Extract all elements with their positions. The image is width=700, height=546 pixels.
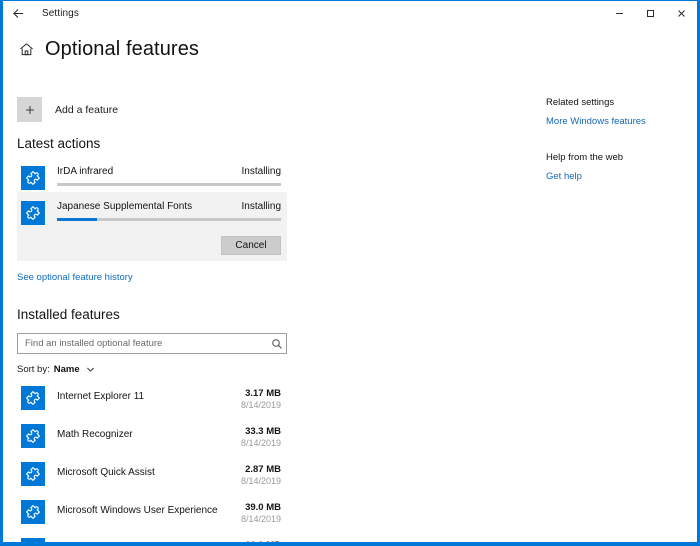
puzzle-piece-icon — [21, 462, 45, 486]
page-content: Optional features Add a feature Latest a… — [3, 27, 697, 543]
puzzle-piece-icon — [21, 424, 45, 448]
feature-date: 8/14/2019 — [241, 400, 281, 410]
latest-actions-heading: Latest actions — [17, 136, 287, 151]
add-feature-label: Add a feature — [55, 104, 118, 116]
feature-row[interactable]: OpenSSH Client10.0 MB8/14/2019 — [17, 535, 287, 546]
installed-features-heading: Installed features — [17, 307, 287, 322]
feature-name: Microsoft Quick Assist — [57, 462, 241, 478]
feature-date: 8/14/2019 — [241, 476, 281, 486]
more-windows-features-link[interactable]: More Windows features — [546, 116, 646, 127]
related-settings-panel: Related settings More Windows features H… — [546, 97, 691, 184]
window-controls — [604, 1, 697, 26]
feature-row[interactable]: Internet Explorer 113.17 MB8/14/2019 — [17, 383, 287, 421]
search-input[interactable] — [18, 337, 268, 350]
puzzle-piece-icon — [21, 386, 45, 410]
minimize-icon[interactable] — [604, 1, 635, 26]
page-header: Optional features — [3, 27, 697, 61]
related-settings-heading: Related settings — [546, 97, 691, 108]
sort-value: Name — [54, 364, 80, 375]
action-name: Japanese Supplemental Fonts — [57, 201, 192, 212]
progress-bar — [57, 183, 281, 186]
page-title: Optional features — [45, 38, 199, 61]
add-feature-button[interactable]: Add a feature — [17, 97, 287, 122]
action-status: Installing — [242, 201, 281, 212]
help-from-web-heading: Help from the web — [546, 152, 691, 163]
search-icon[interactable] — [268, 338, 286, 350]
feature-size: 39.0 MB — [241, 502, 281, 513]
feature-name: OpenSSH Client — [57, 538, 241, 546]
feature-meta: 33.3 MB8/14/2019 — [241, 424, 287, 448]
feature-row[interactable]: Math Recognizer33.3 MB8/14/2019 — [17, 421, 287, 459]
feature-date: 8/14/2019 — [241, 514, 281, 524]
feature-meta: 2.87 MB8/14/2019 — [241, 462, 287, 486]
feature-size: 10.0 MB — [241, 540, 281, 546]
action-card-irda[interactable]: IrDA infrared Installing — [17, 157, 287, 192]
feature-size: 3.17 MB — [241, 388, 281, 399]
main-column: Add a feature Latest actions IrDA infrar… — [17, 87, 287, 546]
search-box[interactable] — [17, 333, 287, 354]
settings-window: Settings Optional features — [0, 0, 700, 546]
feature-size: 33.3 MB — [241, 426, 281, 437]
feature-row[interactable]: Microsoft Quick Assist2.87 MB8/14/2019 — [17, 459, 287, 497]
feature-history-link[interactable]: See optional feature history — [17, 272, 133, 283]
feature-name: Math Recognizer — [57, 424, 241, 440]
action-name: IrDA infrared — [57, 166, 113, 177]
feature-date: 8/14/2019 — [241, 438, 281, 448]
cancel-button[interactable]: Cancel — [221, 236, 281, 255]
feature-row[interactable]: Microsoft Windows User Experience39.0 MB… — [17, 497, 287, 535]
feature-meta: 10.0 MB8/14/2019 — [241, 538, 287, 546]
feature-meta: 39.0 MB8/14/2019 — [241, 500, 287, 524]
sort-label: Sort by: — [17, 364, 50, 375]
feature-meta: 3.17 MB8/14/2019 — [241, 386, 287, 410]
action-card-japanese-fonts[interactable]: Japanese Supplemental Fonts Installing C… — [17, 192, 287, 261]
sort-control[interactable]: Sort by: Name — [17, 364, 287, 375]
spacer — [546, 129, 691, 152]
feature-size: 2.87 MB — [241, 464, 281, 475]
puzzle-piece-icon — [21, 538, 45, 546]
action-status: Installing — [242, 166, 281, 177]
back-arrow-icon[interactable] — [3, 1, 33, 26]
installed-features-list: Internet Explorer 113.17 MB8/14/2019Math… — [17, 383, 287, 546]
chevron-down-icon[interactable] — [86, 365, 95, 374]
close-icon[interactable] — [666, 1, 697, 26]
progress-fill — [57, 218, 97, 221]
maximize-icon[interactable] — [635, 1, 666, 26]
puzzle-piece-icon — [21, 201, 45, 225]
get-help-link[interactable]: Get help — [546, 171, 582, 182]
puzzle-piece-icon — [21, 166, 45, 190]
progress-bar — [57, 218, 281, 221]
home-icon[interactable] — [17, 41, 35, 59]
plus-icon — [17, 97, 42, 122]
window-title: Settings — [42, 8, 79, 19]
title-bar: Settings — [3, 1, 697, 27]
feature-name: Internet Explorer 11 — [57, 386, 241, 402]
feature-name: Microsoft Windows User Experience — [57, 500, 241, 516]
puzzle-piece-icon — [21, 500, 45, 524]
